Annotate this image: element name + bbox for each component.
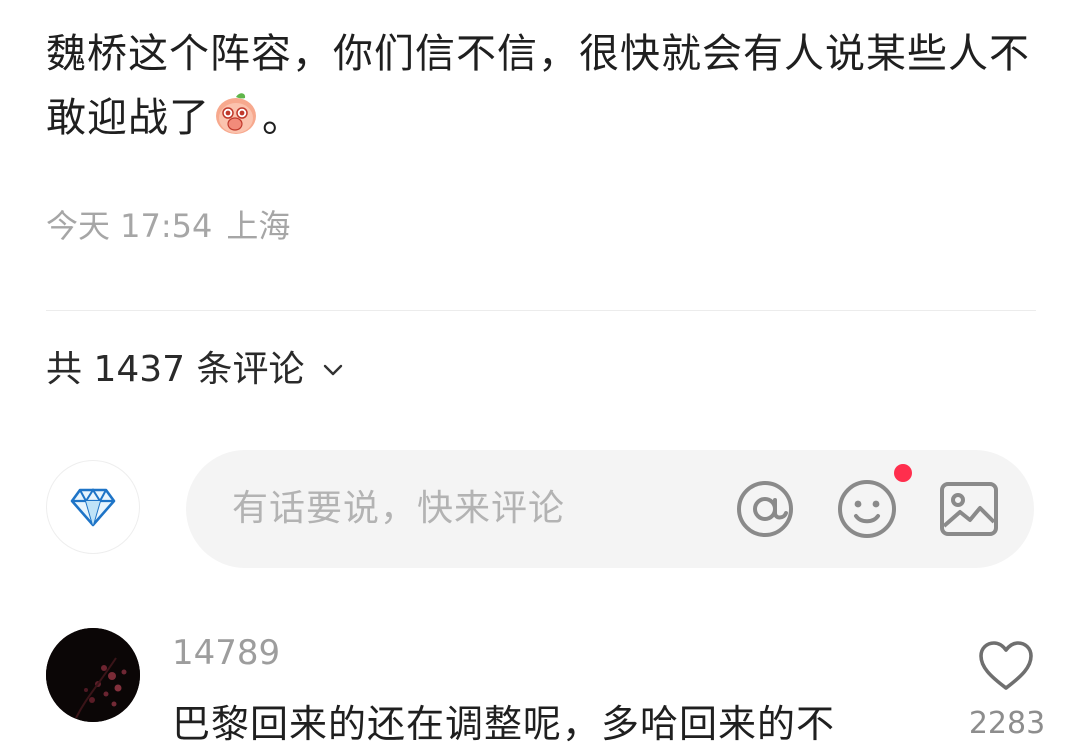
divider [46,310,1036,311]
commenter-username[interactable]: 14789 [172,632,280,674]
comment-input-placeholder: 有话要说，快来评论 [232,488,566,529]
post-meta: 今天 17:54 上海 [46,206,290,246]
comment-input[interactable]: 有话要说，快来评论 [186,450,1034,568]
commenter-avatar[interactable] [46,628,140,722]
post-text: 魏桥这个阵容，你们信不信，很快就会有人说某些人不敢迎战了 [46,31,1030,141]
diamond-icon [70,488,116,527]
user-avatar[interactable] [46,460,140,554]
post-location: 上海 [226,207,291,245]
new-badge-dot [894,464,912,482]
at-icon[interactable] [734,478,796,540]
peach-emoji-icon [212,89,260,137]
post-text-end: 。 [262,95,303,141]
comment-sort-toggle[interactable]: 共 1437 条评论 [46,348,347,392]
emoji-icon[interactable] [836,478,898,540]
comment-count-label: 共 1437 条评论 [46,349,305,390]
image-icon[interactable] [938,478,1000,540]
chevron-down-icon [323,364,342,376]
heart-icon[interactable] [978,640,1034,692]
like-count: 2283 [968,706,1046,741]
post-content: 魏桥这个阵容，你们信不信，很快就会有人说某些人不敢迎战了 。 [46,22,1036,150]
post-time: 今天 17:54 [46,207,213,245]
comment-text: 巴黎回来的还在调整呢，多哈回来的不 [172,702,836,746]
